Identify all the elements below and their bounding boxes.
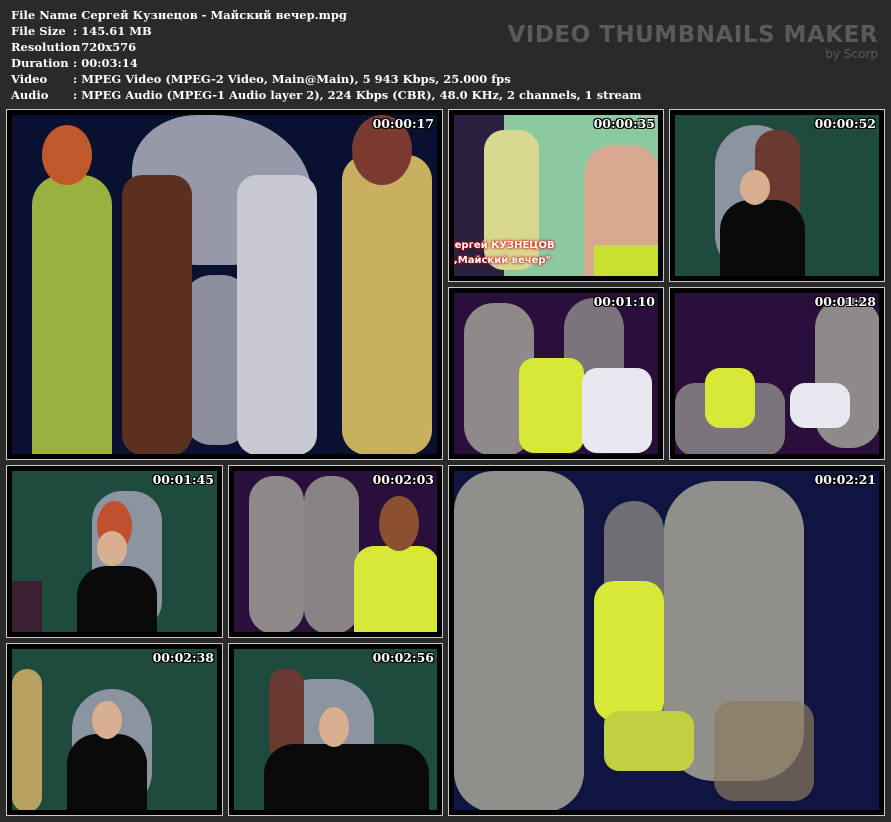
- brand-watermark: VIDEO THUMBNAILS MAKER by Scorp: [507, 22, 878, 60]
- video-frame: [454, 471, 879, 810]
- thumbnail-8[interactable]: 00:02:21: [448, 465, 885, 816]
- info-label: File Size: [11, 24, 66, 38]
- info-value: : MPEG Audio (MPEG-1 Audio layer 2), 224…: [73, 88, 642, 102]
- timestamp: 00:02:03: [372, 472, 434, 487]
- brand-byline: by Scorp: [825, 47, 878, 61]
- video-frame: [12, 471, 217, 632]
- timestamp: 00:01:10: [593, 294, 655, 309]
- info-value: : 145.61 MB: [73, 24, 152, 38]
- thumbnail-5[interactable]: 00:01:28: [669, 287, 885, 460]
- info-label: File Name: [11, 8, 77, 22]
- title-caption-line2: „Майский вечер": [454, 255, 551, 266]
- video-frame: [454, 293, 658, 454]
- video-frame: [675, 293, 879, 454]
- timestamp: 00:00:52: [814, 116, 876, 131]
- video-frame: [12, 649, 217, 810]
- thumbnail-10[interactable]: 00:02:56: [228, 643, 443, 816]
- info-row-audio: Audio : MPEG Audio (MPEG-1 Audio layer 2…: [11, 87, 641, 103]
- thumbnail-7[interactable]: 00:02:03: [228, 465, 443, 638]
- video-frame: Сергей КУЗНЕЦОВ „Майский вечер": [454, 115, 658, 276]
- timestamp: 00:01:28: [814, 294, 876, 309]
- info-label: Video: [11, 72, 48, 86]
- title-caption-line1: Сергей КУЗНЕЦОВ: [454, 240, 555, 251]
- timestamp: 00:00:35: [593, 116, 655, 131]
- info-value: : Сергей Кузнецов - Майский вечер.mpg: [73, 8, 347, 22]
- timestamp: 00:02:38: [152, 650, 214, 665]
- info-label: Resolution: [11, 40, 81, 54]
- timestamp: 00:02:56: [372, 650, 434, 665]
- thumbnail-1[interactable]: 00:00:17: [6, 109, 443, 460]
- video-frame: [234, 649, 437, 810]
- video-frame: [12, 115, 437, 454]
- info-label: Audio: [11, 88, 49, 102]
- thumbnail-2[interactable]: Сергей КУЗНЕЦОВ „Майский вечер" 00:00:35: [448, 109, 664, 282]
- info-row-file-name: File Name : Сергей Кузнецов - Майский ве…: [11, 7, 641, 23]
- thumbnail-3[interactable]: 00:00:52: [669, 109, 885, 282]
- info-label: Duration: [11, 56, 69, 70]
- timestamp: 00:02:21: [814, 472, 876, 487]
- info-value: : 720x576: [73, 40, 137, 54]
- info-value: : 00:03:14: [73, 56, 138, 70]
- info-row-video: Video : MPEG Video (MPEG-2 Video, Main@M…: [11, 71, 641, 87]
- thumbnail-9[interactable]: 00:02:38: [6, 643, 223, 816]
- timestamp: 00:00:17: [372, 116, 434, 131]
- video-frame: [675, 115, 879, 276]
- thumbnail-4[interactable]: 00:01:10: [448, 287, 664, 460]
- timestamp: 00:01:45: [152, 472, 214, 487]
- info-value: : MPEG Video (MPEG-2 Video, Main@Main), …: [73, 72, 511, 86]
- video-frame: [234, 471, 437, 632]
- thumbnail-6[interactable]: 00:01:45: [6, 465, 223, 638]
- brand-title: VIDEO THUMBNAILS MAKER: [507, 22, 878, 48]
